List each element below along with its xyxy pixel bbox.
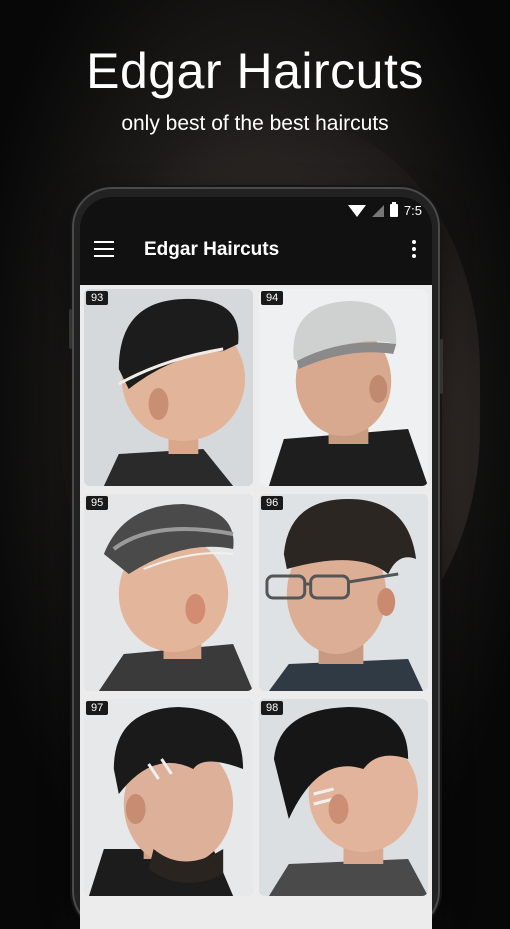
card-number: 95 bbox=[86, 496, 109, 510]
haircut-card[interactable]: 98 bbox=[259, 699, 428, 896]
haircut-card[interactable]: 97 bbox=[84, 699, 253, 896]
signal-icon bbox=[371, 204, 384, 217]
haircut-card[interactable]: 94 bbox=[259, 289, 428, 486]
haircut-card[interactable]: 95 bbox=[84, 494, 253, 691]
app-bar: Edgar Haircuts bbox=[80, 227, 432, 271]
haircut-photo bbox=[84, 289, 253, 486]
haircut-photo bbox=[259, 289, 428, 486]
wifi-icon bbox=[347, 204, 366, 217]
card-number: 96 bbox=[261, 496, 284, 510]
status-bar: 7:5 ⚙ bbox=[80, 197, 432, 241]
haircut-grid: 93 94 95 96 97 98 bbox=[80, 285, 432, 929]
card-number: 93 bbox=[86, 291, 109, 305]
haircut-photo bbox=[84, 699, 253, 896]
promo-title: Edgar Haircuts bbox=[86, 43, 424, 99]
card-number: 98 bbox=[261, 701, 284, 715]
app-title: Edgar Haircuts bbox=[144, 239, 280, 260]
haircut-photo bbox=[84, 494, 253, 691]
haircut-card[interactable]: 96 bbox=[259, 494, 428, 691]
card-number: 97 bbox=[86, 701, 109, 715]
power-button bbox=[440, 339, 443, 394]
phone-screen: 7:5 ⚙ Edgar Haircuts 93 bbox=[80, 197, 432, 929]
hamburger-menu-icon[interactable] bbox=[94, 241, 114, 257]
phone-frame: 7:5 ⚙ Edgar Haircuts 93 bbox=[69, 189, 443, 929]
haircut-photo bbox=[259, 699, 428, 896]
status-time: 7:5 bbox=[403, 203, 422, 218]
haircut-photo bbox=[259, 494, 428, 691]
card-number: 94 bbox=[261, 291, 284, 305]
volume-button bbox=[69, 309, 72, 349]
battery-icon bbox=[389, 202, 398, 217]
haircut-card[interactable]: 93 bbox=[84, 289, 253, 486]
promo-subtitle: only best of the best haircuts bbox=[121, 112, 389, 135]
more-vert-icon[interactable] bbox=[412, 240, 418, 258]
